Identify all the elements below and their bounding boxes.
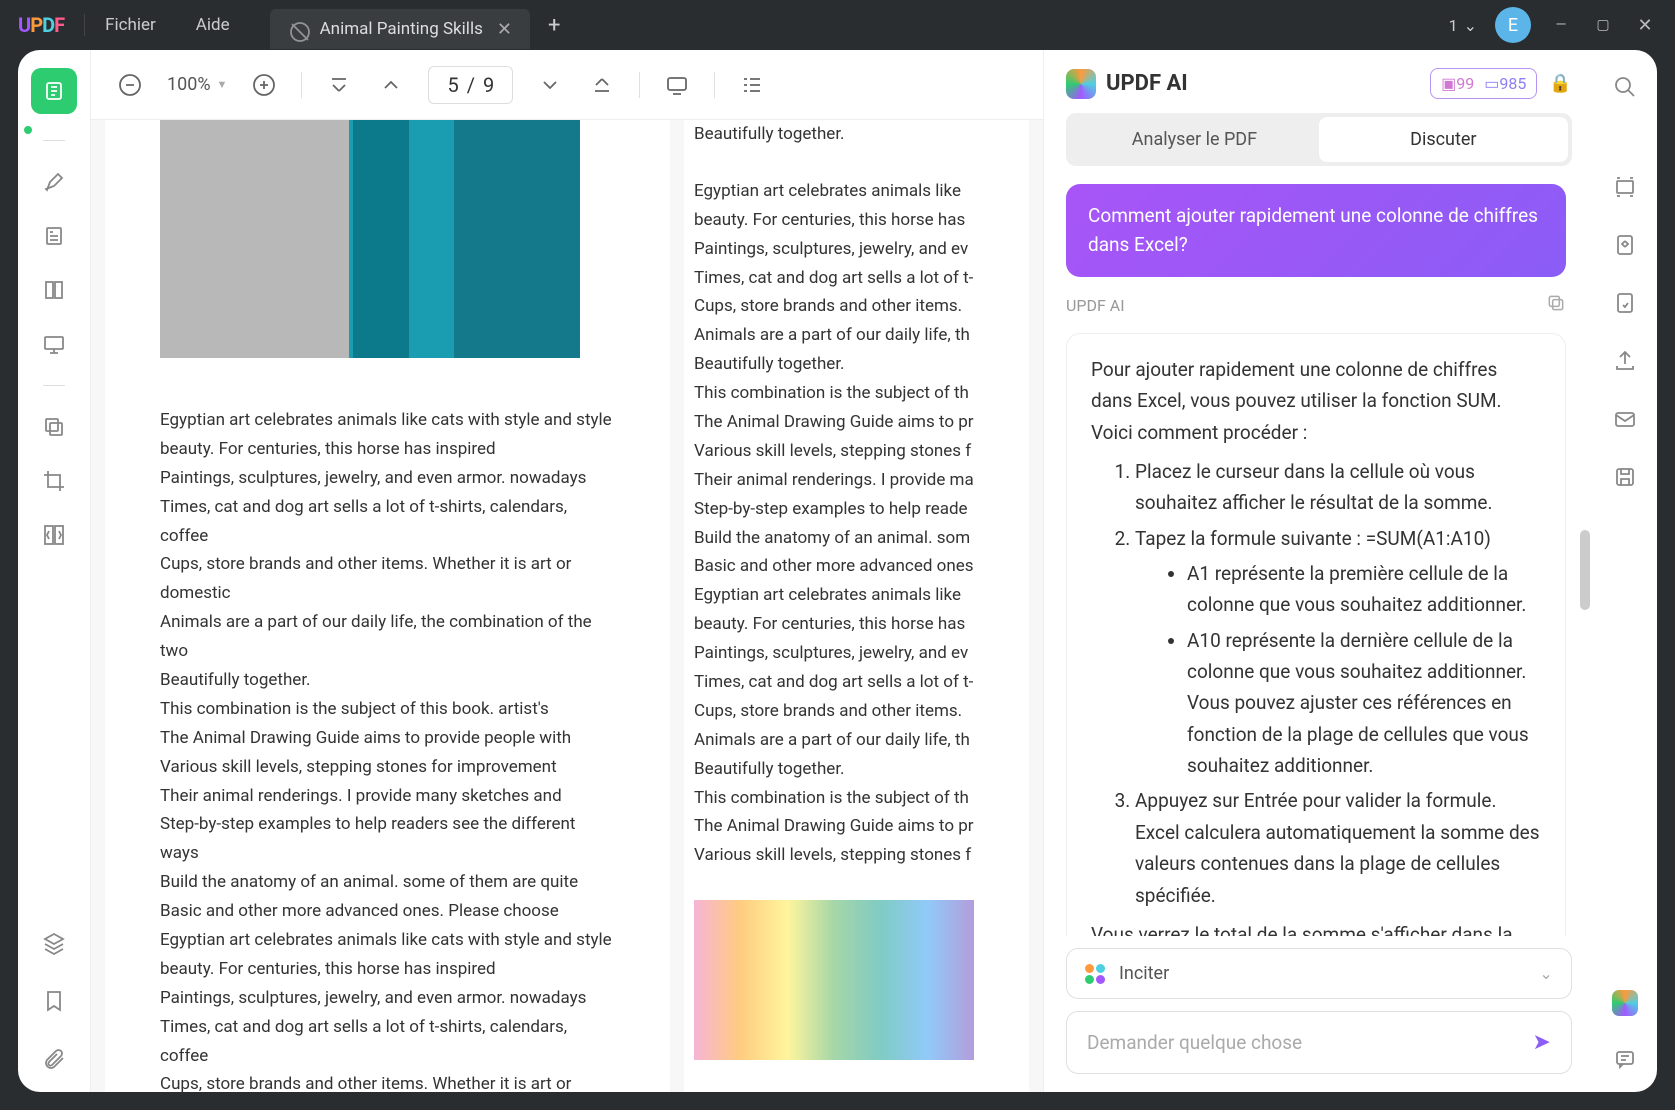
reader-mode-button[interactable] (31, 68, 77, 114)
zoom-out-button[interactable] (115, 70, 145, 100)
main-area: 100%▼ 5 / 9 Egyptian art celebrates anim… (90, 50, 1044, 1092)
ai-input-area: Inciter ⌄ ➤ (1066, 948, 1572, 1074)
copy-icon[interactable] (1546, 293, 1566, 317)
titlebar: UPDF Fichier Aide Animal Painting Skills… (0, 0, 1675, 50)
workspace: 100%▼ 5 / 9 Egyptian art celebrates anim… (18, 50, 1657, 1092)
convert-icon[interactable] (1610, 230, 1640, 260)
credits-badge[interactable]: ▣99 ▭985 (1430, 68, 1537, 99)
form-icon[interactable] (39, 221, 69, 251)
ai-tabs: Analyser le PDF Discuter (1066, 113, 1572, 166)
slideshow-icon[interactable] (39, 329, 69, 359)
zoom-level[interactable]: 100%▼ (167, 74, 227, 95)
ai-chat: Comment ajouter rapidement une colonne d… (1066, 184, 1572, 936)
ai-message-label: UPDF AI (1066, 293, 1566, 317)
chat-input[interactable] (1087, 1031, 1532, 1054)
chevron-down-icon: ⌄ (1539, 964, 1552, 983)
document-tab[interactable]: Animal Painting Skills ✕ (270, 9, 530, 49)
page-image (160, 120, 580, 358)
ai-scrollbar[interactable] (1580, 530, 1590, 610)
new-tab-button[interactable]: + (548, 13, 560, 38)
right-toolbar (1594, 50, 1657, 1092)
chevron-down-icon: ▼ (217, 78, 228, 91)
user-message: Comment ajouter rapidement une colonne d… (1066, 184, 1566, 277)
menu-help[interactable]: Aide (196, 15, 230, 35)
present-button[interactable] (662, 70, 692, 100)
protect-icon[interactable] (1610, 288, 1640, 318)
chat-input-box: ➤ (1066, 1011, 1572, 1074)
tab-icon (288, 20, 306, 38)
highlight-icon[interactable] (39, 167, 69, 197)
ai-panel: UPDF AI ▣99 ▭985 🔒 Analyser le PDF Discu… (1044, 50, 1594, 1092)
page-image-2 (694, 900, 974, 1060)
tab-discuss[interactable]: Discuter (1319, 117, 1568, 162)
pages-icon[interactable] (39, 275, 69, 305)
minimize-button[interactable]: — (1549, 17, 1573, 33)
first-page-button[interactable] (324, 70, 354, 100)
ocr-icon[interactable] (1610, 172, 1640, 202)
prev-page-button[interactable] (376, 70, 406, 100)
app-logo: UPDF (18, 13, 64, 37)
compare-icon[interactable] (39, 520, 69, 550)
attachment-icon[interactable] (39, 1044, 69, 1074)
inciter-icon (1085, 964, 1105, 984)
save-icon[interactable] (1610, 462, 1640, 492)
lock-icon[interactable]: 🔒 (1549, 73, 1571, 94)
zoom-in-button[interactable] (249, 70, 279, 100)
search-icon[interactable] (1610, 72, 1640, 102)
email-icon[interactable] (1610, 404, 1640, 434)
total-pages: 9 (483, 73, 494, 97)
comments-icon[interactable] (1610, 1044, 1640, 1074)
inciter-dropdown[interactable]: Inciter ⌄ (1066, 948, 1572, 999)
tab-title: Animal Painting Skills (320, 19, 483, 39)
page-toolbar: 100%▼ 5 / 9 (91, 50, 1043, 120)
menu-file[interactable]: Fichier (105, 15, 156, 35)
tab-count-dropdown[interactable]: 1⌄ (1449, 16, 1477, 35)
last-page-button[interactable] (587, 70, 617, 100)
crop-icon[interactable] (39, 466, 69, 496)
send-button[interactable]: ➤ (1532, 1030, 1550, 1055)
chevron-down-icon: ⌄ (1464, 16, 1477, 35)
ai-title: UPDF AI (1106, 71, 1188, 96)
ai-header: UPDF AI ▣99 ▭985 🔒 (1066, 68, 1572, 99)
close-button[interactable]: ✕ (1633, 15, 1657, 36)
layers-icon[interactable] (39, 928, 69, 958)
ai-panel-icon[interactable] (1610, 988, 1640, 1018)
user-avatar[interactable]: E (1495, 7, 1531, 43)
divider (84, 14, 85, 36)
bookmark-icon[interactable] (39, 986, 69, 1016)
left-toolbar (18, 50, 90, 1092)
current-page: 5 (447, 73, 458, 97)
tab-close-icon[interactable]: ✕ (497, 19, 512, 40)
maximize-button[interactable]: ▢ (1591, 17, 1615, 33)
ai-message: Pour ajouter rapidement une colonne de c… (1066, 333, 1566, 936)
copy-icon[interactable] (39, 412, 69, 442)
ai-logo-icon (1066, 69, 1096, 99)
outline-button[interactable] (737, 70, 767, 100)
tab-analyze-pdf[interactable]: Analyser le PDF (1070, 117, 1319, 162)
page-indicator[interactable]: 5 / 9 (428, 66, 513, 104)
document-viewport[interactable]: Egyptian art celebrates animals like cat… (91, 120, 1043, 1092)
export-icon[interactable] (1610, 346, 1640, 376)
next-page-button[interactable] (535, 70, 565, 100)
page-right: Beautifully together. Egyptian art celeb… (684, 120, 1029, 1092)
page-left: Egyptian art celebrates animals like cat… (105, 120, 670, 1092)
